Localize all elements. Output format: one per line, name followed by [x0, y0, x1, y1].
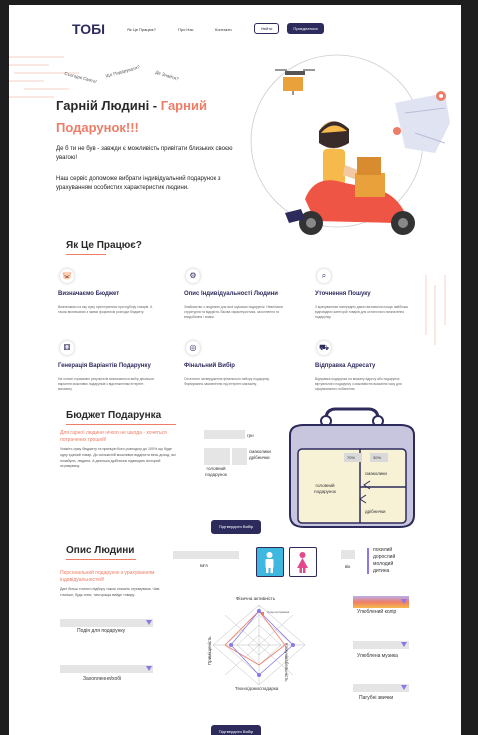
- hero-paragraph-2: Наш сервіс допоможе вибрати індивідуальн…: [56, 176, 221, 191]
- occasion-select[interactable]: [60, 619, 153, 627]
- wallet-main-label: головний подарунок: [314, 483, 336, 494]
- how-it-works-underline: [66, 254, 106, 255]
- feature-text: На основі отриманих результатів визначає…: [58, 377, 155, 391]
- feature-text: Визначаємо на яку суму орієнтуватися при…: [58, 305, 153, 314]
- nav-contacts[interactable]: Контакти: [215, 27, 232, 32]
- hero-title-accent-1: Гарний: [160, 98, 207, 113]
- nav-how-it-works[interactable]: Як Це Працює?: [127, 27, 156, 32]
- bad-habits-label: Пагубні звички: [359, 695, 394, 701]
- wallet-percent-small: 30%: [373, 455, 382, 460]
- person-confirm-button[interactable]: Підтвердити Вибір: [211, 725, 261, 735]
- signup-button[interactable]: Приєднатися: [287, 23, 324, 34]
- person-text: Дані більш точного підбору також опишіть…: [60, 587, 160, 597]
- feature-title: Генерація Варіантів Подарунку: [58, 363, 151, 369]
- hero-note-3: Де Знайти?: [154, 69, 180, 82]
- radar-label-top: Фізична активність: [236, 596, 276, 601]
- delivery-icon: ⛟: [317, 341, 331, 355]
- radar-label-bottom: Техно/домосподарка: [235, 686, 279, 691]
- feature-title: Уточнення Пошуку: [315, 291, 371, 297]
- budget-amount-input[interactable]: [204, 430, 245, 439]
- budget-title: Бюджет Подарунка: [66, 410, 162, 421]
- main-gift-label: головний подарунок: [205, 466, 227, 477]
- radar-label-left: Приміщеність: [207, 636, 212, 665]
- delivery-girl-illustration: [250, 54, 450, 235]
- feature-text: Відправка подарунка на вказану адресу аб…: [315, 377, 402, 391]
- nav-about[interactable]: Про Нас: [178, 27, 194, 32]
- age-options-bar: [367, 548, 369, 574]
- age-option[interactable]: дитина: [373, 568, 389, 574]
- radar-label-right: Комунікабельність: [284, 643, 289, 682]
- feature-text: Остаточне затвердження фінального набору…: [184, 377, 270, 386]
- feature-title: Визначаємо Бюджет: [58, 291, 120, 297]
- small-gifts-label: смаколики дрібнички: [249, 449, 271, 460]
- name-input[interactable]: [173, 551, 239, 559]
- age-label: вік: [345, 564, 351, 569]
- age-option[interactable]: похилий: [373, 547, 392, 553]
- hobby-select[interactable]: [60, 665, 153, 673]
- person-title: Опис Людини: [66, 545, 135, 556]
- hero-title-plain: Гарній Людині -: [56, 98, 161, 113]
- feature-title: Опис Індивідуальності Людини: [184, 291, 278, 297]
- favorite-color-label: Улюблений колір: [357, 609, 397, 615]
- wallet-trifles-label: дрібнички: [365, 509, 386, 514]
- personality-radar-chart[interactable]: [209, 603, 309, 687]
- hobby-chevron-down-icon[interactable]: [146, 666, 152, 671]
- dice-icon: ⚅: [60, 341, 74, 355]
- age-option[interactable]: дорослий: [373, 554, 395, 560]
- page: ТОБІ Як Це Працює? Про Нас Контакти Увій…: [9, 5, 461, 735]
- hero-paragraph-1: Де б ти не був - завжди є можливість при…: [56, 146, 233, 161]
- piggy-bank-icon: 🐷: [60, 269, 74, 283]
- feature-title: Відправка Адресату: [315, 363, 376, 369]
- how-it-works-title: Як Це Працює?: [66, 240, 142, 251]
- budget-confirm-button[interactable]: Підтвердити Вибір: [211, 520, 261, 534]
- small-gifts-percent-input[interactable]: [232, 448, 247, 465]
- wallet-illustration: [289, 407, 415, 528]
- main-gift-percent-input[interactable]: [204, 448, 230, 465]
- search-icon: ⌕: [317, 269, 331, 283]
- bad-habits-chevron-down-icon[interactable]: [401, 685, 407, 690]
- person-lead: Персональний подарунок з урахуванням інд…: [60, 570, 155, 583]
- logo[interactable]: ТОБІ: [72, 21, 105, 37]
- wallet-small-label: смаколики: [365, 471, 387, 476]
- person-gear-icon: ⚙: [186, 269, 200, 283]
- target-icon: ◎: [186, 341, 200, 355]
- occasion-label: Подія для подарунку: [77, 628, 126, 634]
- favorite-color-chevron-down-icon[interactable]: [401, 599, 407, 604]
- budget-underline: [66, 424, 176, 425]
- male-icon: [265, 552, 274, 573]
- hero-title: Гарній Людині - Гарний Подарунок!!!: [56, 95, 256, 139]
- age-option[interactable]: молодий: [373, 561, 393, 567]
- female-icon: [297, 552, 308, 573]
- login-button[interactable]: Увійти: [254, 23, 279, 34]
- feature-text: З врахуванням попередніх даних визначена…: [315, 305, 409, 319]
- female-gender-button[interactable]: [289, 547, 317, 577]
- feature-text: Знайомство з людиною для якої шукаємо по…: [184, 305, 283, 319]
- person-underline: [66, 559, 136, 560]
- name-label: Ім'я: [200, 563, 208, 568]
- side-decor-lines: [425, 275, 446, 345]
- wallet-percent-main: 70%: [347, 455, 356, 460]
- favorite-music-label: Улюблена музика: [357, 653, 398, 659]
- age-input[interactable]: [341, 550, 355, 559]
- hero-title-accent-2: Подарунок!!!: [56, 120, 139, 135]
- budget-lead: Для гарної людини нічого не шкода - хоче…: [60, 430, 167, 443]
- budget-text: Укажіть суму бюджету та принцип його роз…: [60, 447, 176, 469]
- hobby-label: Захоплення/хобі: [83, 676, 122, 682]
- feature-title: Фінальний Вибір: [184, 363, 235, 369]
- favorite-music-chevron-down-icon[interactable]: [401, 642, 407, 647]
- male-gender-button[interactable]: [256, 547, 284, 577]
- currency-label: грн: [247, 433, 254, 438]
- occasion-chevron-down-icon[interactable]: [146, 620, 152, 625]
- radar-legend: Ходы витримані: [267, 610, 290, 614]
